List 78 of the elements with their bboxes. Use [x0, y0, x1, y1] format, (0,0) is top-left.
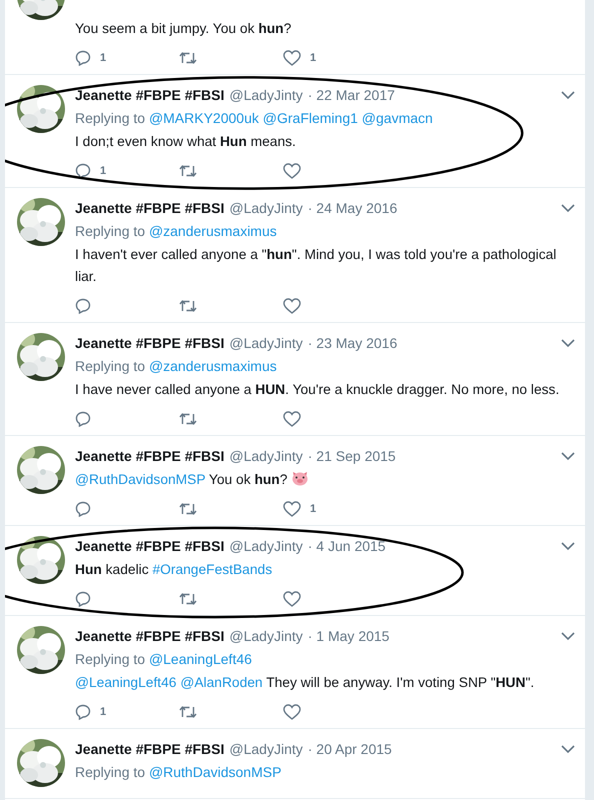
retweet-icon [179, 592, 197, 606]
replying-label: Replying to [75, 651, 146, 667]
tweet-date[interactable]: · 24 May 2016 [308, 198, 398, 218]
tweet-date[interactable]: · 22 Mar 2017 [308, 85, 395, 105]
mention-link[interactable]: @RuthDavidsonMSP [148, 764, 282, 780]
tweet-text: Hun kadelic #OrangeFestBands [75, 561, 274, 579]
user-handle: @LadyJinty [229, 537, 303, 556]
reply-icon [75, 591, 91, 607]
reply-icon [75, 50, 91, 66]
mention-link[interactable]: @zanderusmaximus [148, 358, 277, 374]
user-name[interactable]: Jeanette #FBPE #FBSI [75, 85, 224, 105]
heart-icon [283, 591, 301, 607]
reply-icon [75, 704, 91, 720]
retweet-icon [179, 412, 197, 426]
mention-link[interactable]: @zanderusmaximus [148, 223, 277, 239]
user-handle: @LadyJinty [229, 199, 303, 218]
retweet-icon [179, 164, 197, 178]
user-handle: @LadyJinty [229, 334, 303, 353]
user-name[interactable]: Jeanette #FBPE #FBSI [75, 739, 224, 759]
user-name[interactable]: Jeanette #FBPE #FBSI [75, 333, 224, 353]
tweet-text: I haven't ever called anyone a "hun". Mind you, I was told you're a pathological liar. [75, 246, 558, 286]
user-name[interactable]: Jeanette #FBPE #FBSI [75, 446, 224, 466]
reply-button[interactable]: 1 [75, 704, 179, 720]
mention-link[interactable]: @LeaningLeft46 [148, 651, 252, 667]
like-button[interactable]: 1 [283, 501, 387, 517]
reply-icon [75, 163, 91, 179]
reply-icon [75, 501, 91, 517]
tweet-date[interactable]: · 1 May 2015 [308, 626, 390, 646]
user-handle: @LadyJinty [229, 740, 303, 759]
chevron-down-icon[interactable] [561, 744, 575, 754]
tweet-text: I have never called anyone a HUN. You're a knuckle dragger. No more, no less. [75, 381, 560, 399]
tweet-date[interactable]: · 20 Apr 2015 [308, 739, 392, 759]
reply-button[interactable]: 1 [75, 163, 179, 179]
heart-icon [283, 163, 301, 179]
chevron-down-icon[interactable] [561, 204, 575, 212]
retweet-icon [179, 502, 197, 516]
tweet-text: @LeaningLeft46 @AlanRoden They will be anyway. I'm voting SNP "HUN". [75, 674, 536, 692]
user-handle: @LadyJinty [229, 627, 303, 646]
retweet-icon [179, 299, 197, 313]
tweet-date[interactable]: · 23 May 2016 [308, 333, 398, 353]
heart-icon [283, 411, 301, 427]
chevron-down-icon[interactable] [561, 90, 575, 100]
mention-link[interactable]: @RuthDavidsonMSP [75, 472, 206, 487]
chevron-down-icon[interactable] [561, 632, 575, 640]
user-name[interactable]: Jeanette #FBPE #FBSI [75, 198, 224, 218]
heart-icon [283, 704, 301, 720]
mention-link[interactable]: #OrangeFestBands [152, 562, 272, 577]
tweet-text: I don;t even know what Hun means. [75, 133, 297, 151]
heart-icon [283, 298, 301, 314]
chevron-down-icon[interactable] [561, 452, 575, 460]
heart-icon [283, 501, 301, 517]
retweet-icon [179, 51, 197, 65]
replying-label: Replying to [75, 358, 146, 374]
reply-icon [75, 298, 91, 314]
like-button[interactable]: 1 [283, 50, 387, 66]
chevron-down-icon[interactable] [561, 338, 575, 348]
chevron-down-icon[interactable] [561, 542, 575, 550]
reply-icon [75, 411, 91, 427]
user-name[interactable]: Jeanette #FBPE #FBSI [75, 626, 224, 646]
replying-label: Replying to [75, 223, 146, 239]
tweet-date[interactable]: · 21 Sep 2015 [308, 446, 396, 466]
mention-link[interactable]: @LeaningLeft46 [75, 675, 176, 690]
replying-label: Replying to [75, 764, 146, 780]
reply-button[interactable]: 1 [75, 50, 179, 66]
tweet-text: @RuthDavidsonMSP You ok hun? [75, 469, 575, 491]
heart-icon [283, 50, 301, 66]
mention-link[interactable]: @AlanRoden [180, 675, 263, 690]
mention-link[interactable]: @gavmacn [362, 110, 433, 126]
tweet-text: You seem a bit jumpy. You ok hun? [75, 20, 292, 38]
tweet-date[interactable]: · 4 Jun 2015 [308, 536, 386, 556]
mention-link[interactable]: @GraFleming1 [262, 110, 358, 126]
retweet-icon [179, 705, 197, 719]
mention-link[interactable]: @MARKY2000uk [148, 110, 259, 126]
pig-icon [291, 470, 310, 486]
user-name[interactable]: Jeanette #FBPE #FBSI [75, 536, 224, 556]
user-handle: @LadyJinty [229, 447, 303, 466]
user-handle: @LadyJinty [229, 86, 303, 105]
replying-label: Replying to [75, 110, 146, 126]
